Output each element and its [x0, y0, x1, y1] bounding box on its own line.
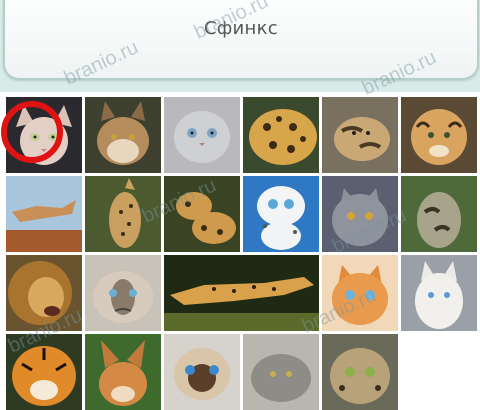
tile-ocelot[interactable]: [401, 97, 477, 173]
tile-leopard-cat[interactable]: [322, 334, 398, 410]
tile-lynx[interactable]: [85, 97, 161, 173]
tile-british-shorthair[interactable]: [322, 176, 398, 252]
tile-grumpy-cat[interactable]: [85, 255, 161, 331]
tile-sphynx[interactable]: [6, 97, 82, 173]
image-grid: [6, 97, 477, 410]
tile-lion[interactable]: [6, 255, 82, 331]
tile-serval[interactable]: [85, 176, 161, 252]
tile-clouded-leopard[interactable]: [401, 176, 477, 252]
tile-clouded-kitten[interactable]: [322, 97, 398, 173]
header-panel: Сфинкс: [0, 0, 480, 92]
tile-cheetah-running[interactable]: [164, 255, 319, 331]
tile-cartoon-snow-leopard[interactable]: [243, 176, 319, 252]
tile-jaguar-cubs[interactable]: [164, 176, 240, 252]
tile-jaguar[interactable]: [243, 97, 319, 173]
tile-white-siamese[interactable]: [401, 255, 477, 331]
tile-cougar-leaping[interactable]: [6, 176, 82, 252]
answer-box[interactable]: Сфинкс: [3, 0, 479, 80]
answer-text: Сфинкс: [204, 18, 278, 39]
tile-grey-fold-cat[interactable]: [164, 97, 240, 173]
tile-ginger-kitten[interactable]: [322, 255, 398, 331]
tile-siamese-cat[interactable]: [164, 334, 240, 410]
tile-tiger[interactable]: [6, 334, 82, 410]
tile-caracal[interactable]: [85, 334, 161, 410]
tile-pallas-cat[interactable]: [243, 334, 319, 410]
